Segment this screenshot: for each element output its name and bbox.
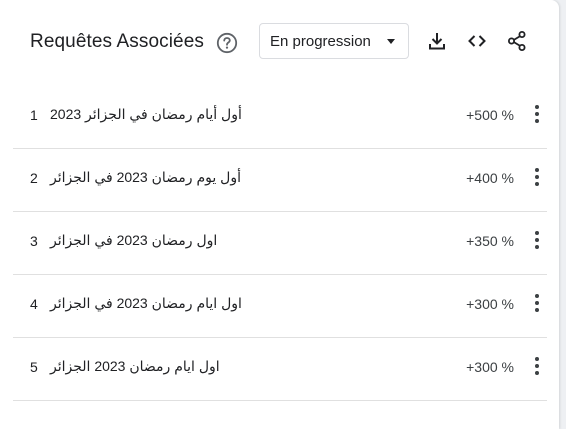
card-title: Requêtes Associées (30, 31, 204, 52)
more-vert-icon[interactable] (533, 294, 541, 314)
download-button[interactable] (425, 29, 449, 53)
list-item[interactable]: 1 أول أيام رمضان في الجزائر 2023 +500 % (13, 86, 547, 149)
download-icon (429, 33, 445, 50)
more-vert-icon[interactable] (533, 168, 541, 188)
card-header: Requêtes Associées En progression (0, 0, 559, 86)
more-vert-icon[interactable] (533, 357, 541, 377)
row-value: +300 % (466, 359, 514, 375)
list-item[interactable]: 4 اول ايام رمضان 2023 في الجزائر +300 % (13, 275, 547, 338)
row-value: +350 % (466, 233, 514, 249)
related-queries-card: Requêtes Associées En progression 1 أول … (0, 0, 559, 429)
query-list: 1 أول أيام رمضان في الجزائر 2023 +500 % … (13, 86, 547, 401)
list-item[interactable]: 3 اول رمضان 2023 في الجزائر +350 % (13, 212, 547, 275)
row-rank: 1 (30, 107, 38, 123)
row-query[interactable]: اول ايام رمضان 2023 الجزائر (50, 358, 220, 375)
list-item[interactable]: 2 أول يوم رمضان 2023 في الجزائر +400 % (13, 149, 547, 212)
caret-down-icon (387, 39, 395, 44)
more-vert-icon[interactable] (533, 105, 541, 125)
row-value: +300 % (466, 296, 514, 312)
help-icon[interactable] (216, 32, 238, 54)
row-rank: 3 (30, 233, 38, 249)
row-query[interactable]: أول يوم رمضان 2023 في الجزائر (50, 169, 241, 186)
row-rank: 5 (30, 359, 38, 375)
share-button[interactable] (505, 29, 529, 53)
row-value: +400 % (466, 170, 514, 186)
row-query[interactable]: أول أيام رمضان في الجزائر 2023 (50, 106, 242, 123)
share-icon (508, 31, 526, 51)
row-query[interactable]: اول رمضان 2023 في الجزائر (50, 232, 217, 249)
more-vert-icon[interactable] (533, 231, 541, 251)
row-rank: 4 (30, 296, 38, 312)
embed-button[interactable] (465, 29, 489, 53)
row-rank: 2 (30, 170, 38, 186)
filter-dropdown-label: En progression (270, 33, 371, 50)
row-query[interactable]: اول ايام رمضان 2023 في الجزائر (50, 295, 242, 312)
filter-dropdown[interactable]: En progression (259, 23, 409, 59)
list-item[interactable]: 5 اول ايام رمضان 2023 الجزائر +300 % (13, 338, 547, 401)
code-icon (468, 35, 486, 47)
row-value: +500 % (466, 107, 514, 123)
